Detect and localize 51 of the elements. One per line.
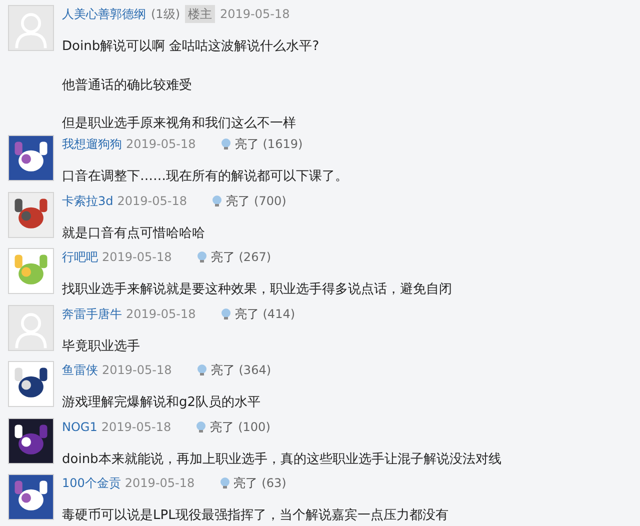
reply-date: 2019-05-18 xyxy=(102,249,172,266)
author-name[interactable]: 鱼雷侠 xyxy=(62,361,98,379)
author-name[interactable]: 人美心善郭德纲 xyxy=(62,5,146,23)
reply-text: 就是口音有点可惜哈哈哈 xyxy=(62,224,206,242)
avatar-icon xyxy=(8,304,54,350)
reply-text: 毒硬币可以说是LPL现役最强指挥了，当个解说嘉宾一点压力都没有 xyxy=(62,507,448,525)
user-level: (1级) xyxy=(151,6,180,23)
post-paragraph: Doinb解说可以啊 金咕咕这波解说什么水平? xyxy=(62,38,320,56)
like-count: (100) xyxy=(238,418,270,436)
post-paragraph: 但是职业选手原来视角和我们这么不一样 xyxy=(62,115,297,133)
avatar-icon xyxy=(8,5,54,51)
reply-text: 找职业选手来解说就是要这种效果，职业选手得多说点话，避免自闭 xyxy=(62,281,452,299)
lightbulb-icon xyxy=(195,420,208,432)
lightbulb-icon xyxy=(196,364,208,376)
reply-text: doinb本来就能说，再加上职业选手，真的这些职业选手让混子解说没法对线 xyxy=(62,450,502,468)
author-name[interactable]: 100个金贡 xyxy=(62,474,121,492)
reply-date: 2019-05-18 xyxy=(101,418,172,436)
like-count: (63) xyxy=(262,475,286,492)
lightbulb-icon xyxy=(220,308,232,320)
lightbulb-icon xyxy=(218,477,231,489)
like-button[interactable]: 亮了 xyxy=(195,418,234,436)
author-name[interactable]: NOG1 xyxy=(62,418,98,436)
reply-date: 2019-05-18 xyxy=(126,306,196,322)
like-button[interactable]: 亮了 xyxy=(196,361,235,379)
author-name[interactable]: 奔雷手唐牛 xyxy=(62,304,122,322)
reply-date: 2019-05-18 xyxy=(124,475,195,492)
like-button[interactable]: 亮了 xyxy=(218,474,258,492)
lightbulb-icon xyxy=(211,194,224,206)
author-name[interactable]: 卡索拉3d xyxy=(62,192,114,210)
like-button[interactable]: 亮了 xyxy=(211,192,250,210)
reply-date: 2019-05-18 xyxy=(117,192,188,210)
like-count: (1619) xyxy=(262,136,303,153)
lightbulb-icon xyxy=(196,251,208,263)
like-count: (364) xyxy=(238,362,272,379)
like-count: (700) xyxy=(254,192,286,210)
like-count: (414) xyxy=(262,306,296,322)
poster-badge: 楼主 xyxy=(185,5,215,23)
post-date: 2019-05-18 xyxy=(220,6,290,23)
reply-date: 2019-05-18 xyxy=(102,362,172,379)
like-button[interactable]: 亮了 xyxy=(196,248,235,266)
lightbulb-icon xyxy=(220,138,232,150)
reply-text: 毕竟职业选手 xyxy=(62,338,141,356)
post-paragraph: 他普通话的确比较难受 xyxy=(62,76,193,94)
reply-date: 2019-05-18 xyxy=(126,136,196,153)
like-count: (267) xyxy=(238,249,272,266)
like-button[interactable]: 亮了 xyxy=(220,304,259,322)
reply-text: 口音在调整下……现在所有的解说都可以下课了。 xyxy=(62,168,348,186)
author-name[interactable]: 行吧吧 xyxy=(62,248,98,266)
reply-text: 游戏理解完爆解说和g2队员的水平 xyxy=(62,394,262,412)
author-name[interactable]: 我想遛狗狗 xyxy=(62,135,122,153)
like-button[interactable]: 亮了 xyxy=(220,135,259,153)
